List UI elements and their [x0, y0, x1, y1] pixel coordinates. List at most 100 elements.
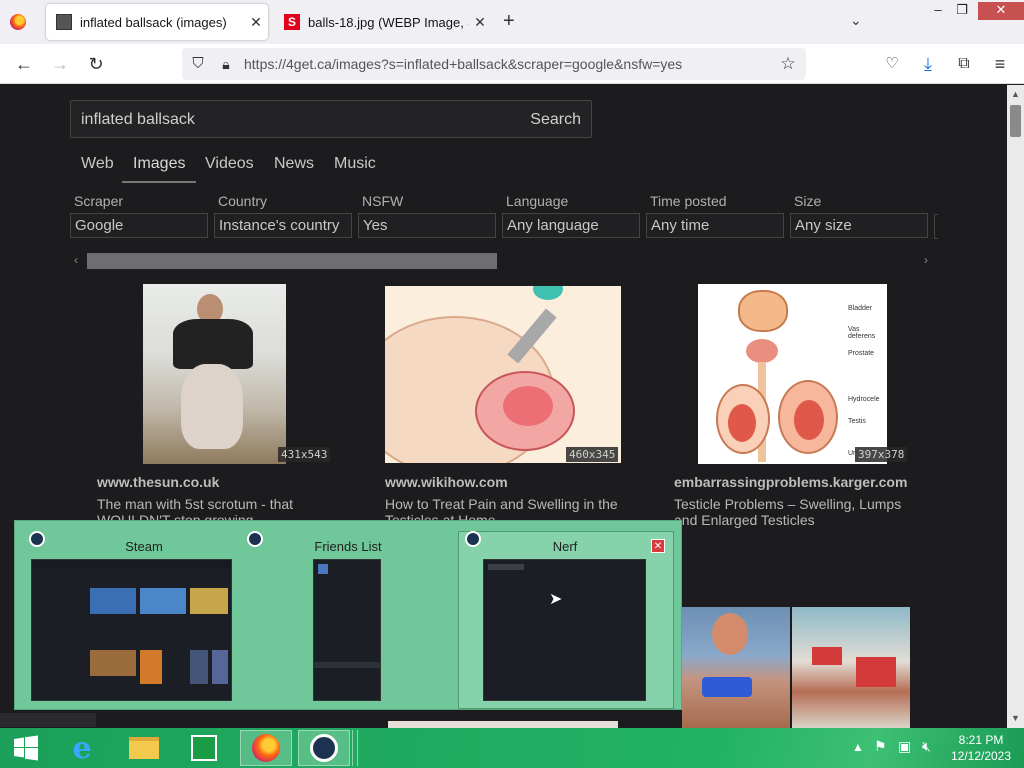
tab-webp-image[interactable]: S balls-18.jpg (WEBP Image, 431 × ✕: [274, 4, 492, 40]
store-icon[interactable]: [178, 730, 230, 766]
result-thumbnail[interactable]: Bladder Vas deferens Prostate Hydrocele …: [698, 284, 887, 464]
tab-news[interactable]: News: [274, 155, 314, 173]
result-thumbnail[interactable]: [792, 607, 910, 728]
close-window-x-icon[interactable]: ✕: [651, 539, 665, 553]
scrollbar-thumb[interactable]: [87, 253, 497, 269]
filter-label: Time posted: [650, 193, 727, 209]
window-switcher: Steam Friends List Nerf ✕ ➤: [14, 520, 682, 710]
downloads-icon[interactable]: ⤓: [918, 54, 938, 74]
window-title: Nerf: [552, 539, 578, 554]
filter-country: Country Instance's country: [214, 193, 352, 238]
file-explorer-folder-icon[interactable]: [118, 730, 170, 766]
reload-icon[interactable]: ↻: [86, 54, 106, 74]
tab-videos[interactable]: Videos: [205, 155, 254, 173]
result-site[interactable]: embarrassingproblems.karger.com: [674, 474, 910, 490]
filter-scraper: Scraper Google: [70, 193, 208, 238]
network-icon[interactable]: ▣: [898, 738, 911, 755]
close-tab-icon[interactable]: ✕: [244, 14, 268, 31]
window-preview: [31, 559, 232, 701]
mouse-cursor-icon: ➤: [549, 591, 563, 608]
scroll-right-icon[interactable]: ›: [924, 253, 928, 267]
window-title: Friends List: [314, 539, 382, 554]
minimize-icon[interactable]: –: [926, 2, 950, 20]
firefox-logo-icon[interactable]: [10, 14, 26, 30]
nsfw-select[interactable]: Yes: [358, 213, 496, 238]
filter-nsfw: NSFW Yes: [358, 193, 496, 238]
filter-size: Size Any size: [790, 193, 928, 238]
internet-explorer-icon[interactable]: e: [56, 730, 108, 766]
tab-music[interactable]: Music: [334, 155, 376, 173]
system-clock[interactable]: 8:21 PM 12/12/2023: [945, 732, 1017, 764]
scraper-select[interactable]: Google: [70, 213, 208, 238]
search-button[interactable]: Search: [530, 111, 581, 129]
result-description[interactable]: Testicle Problems – Swelling, Lumps and …: [674, 496, 919, 528]
filters-scrollbar[interactable]: ‹ ›: [70, 252, 938, 270]
filter-label: Scraper: [74, 193, 124, 209]
scrollbar-thumb[interactable]: [1010, 105, 1021, 137]
red-shape: [812, 647, 842, 665]
scroll-left-icon[interactable]: ‹: [74, 253, 78, 267]
preview-tile: [212, 650, 228, 684]
prostate-shape: [746, 339, 778, 363]
diagram-label: Prostate: [848, 350, 875, 357]
result-description[interactable]: How to Treat Pain and Swelling in the Te…: [385, 496, 630, 523]
search-input[interactable]: inflated ballsack Search: [70, 100, 592, 138]
steam-taskbar-icon[interactable]: [298, 730, 350, 766]
scroll-up-icon[interactable]: ▲: [1011, 89, 1020, 99]
address-bar[interactable]: ⛉ 🔒︎ https://4get.ca/images?s=inflated+b…: [182, 48, 806, 80]
start-windows-icon[interactable]: [0, 730, 52, 766]
result-description[interactable]: The man with 5st scrotum - that WOULDN'T…: [97, 496, 327, 523]
shield-icon[interactable]: ⛉: [188, 54, 208, 74]
image-dimensions: 460x345: [566, 447, 619, 462]
close-tab-icon[interactable]: ✕: [468, 14, 492, 31]
clock-date: 12/12/2023: [950, 749, 1012, 763]
list-all-tabs-chevron-icon[interactable]: ⌄: [850, 12, 862, 29]
result-site[interactable]: www.thesun.co.uk: [97, 474, 219, 490]
result-thumbnail[interactable]: [143, 284, 286, 464]
firefox-taskbar-icon[interactable]: [240, 730, 292, 766]
scroll-down-icon[interactable]: ▼: [1011, 713, 1020, 723]
tab-images[interactable]: Images: [133, 155, 185, 173]
extensions-puzzle-icon[interactable]: ⧉: [954, 54, 974, 74]
testis-inner-shape: [728, 404, 756, 442]
volume-muted-icon[interactable]: 🔇︎: [922, 738, 931, 755]
action-center-flag-icon[interactable]: ⚑: [874, 738, 887, 755]
close-window-icon[interactable]: ✕: [978, 2, 1024, 20]
time-select[interactable]: Any time: [646, 213, 784, 238]
back-arrow-icon[interactable]: ←: [14, 54, 34, 74]
preview-tile: [90, 588, 136, 614]
testis-inner-shape: [794, 400, 824, 440]
bookmark-star-icon[interactable]: ☆: [778, 54, 798, 74]
language-select[interactable]: Any language: [502, 213, 640, 238]
menu-hamburger-icon[interactable]: ≡: [990, 54, 1010, 74]
size-select[interactable]: Any size: [790, 213, 928, 238]
country-select[interactable]: Instance's country: [214, 213, 352, 238]
filter-label: Country: [218, 193, 268, 209]
show-hidden-icons-arrow-icon[interactable]: ▲: [852, 740, 864, 754]
new-tab-plus-icon[interactable]: +: [503, 10, 515, 33]
preview-tile: [140, 650, 162, 684]
forward-arrow-icon[interactable]: →: [50, 54, 70, 74]
search-query[interactable]: inflated ballsack: [81, 111, 195, 129]
tab-web[interactable]: Web: [81, 155, 114, 173]
lock-icon[interactable]: 🔒︎: [216, 54, 236, 74]
clock-time: 8:21 PM: [958, 733, 1004, 747]
tab-images[interactable]: inflated ballsack (images) ✕: [46, 4, 268, 40]
result-thumbnail-partial[interactable]: [388, 721, 618, 728]
filter-label: NSFW: [362, 193, 404, 209]
preview-tile: [90, 650, 136, 676]
preview-tile: [190, 650, 208, 684]
preview-tile: [140, 588, 186, 614]
taskbar-stack-edge: [352, 730, 358, 766]
result-thumbnail[interactable]: [385, 286, 621, 463]
url-text[interactable]: https://4get.ca/images?s=inflated+ballsa…: [244, 56, 682, 72]
preview-tile: [190, 588, 228, 614]
page-scrollbar[interactable]: ▲ ▼: [1007, 85, 1024, 728]
pocket-icon[interactable]: ♡: [882, 54, 902, 74]
black-shirt-shape: [173, 319, 253, 369]
restore-icon[interactable]: ❐: [950, 2, 974, 20]
preview-titlebar: [32, 560, 231, 568]
result-site[interactable]: www.wikihow.com: [385, 474, 508, 490]
diagram-label: Bladder: [848, 305, 873, 312]
result-thumbnail[interactable]: [682, 607, 790, 728]
